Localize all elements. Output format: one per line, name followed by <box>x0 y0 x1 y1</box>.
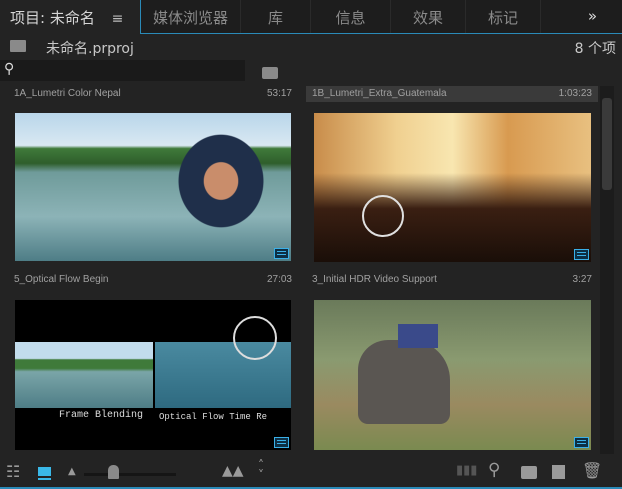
list-view-icon[interactable]: ☷ <box>6 462 20 481</box>
folder-up-icon[interactable] <box>10 40 26 52</box>
tab-info[interactable]: 信息 <box>311 0 391 33</box>
clip-card-selected[interactable]: 1B_Lumetri_Extra_Guatemala 1:03:23 <box>306 86 598 102</box>
clip-type-icon <box>574 437 589 448</box>
clip-thumbnail[interactable] <box>15 113 291 261</box>
clip-name: 3_Initial HDR Video Support <box>312 274 437 285</box>
clip-duration: 3:27 <box>572 274 592 285</box>
new-search-bin-icon[interactable] <box>262 67 278 79</box>
clip-duration: 1:03:23 <box>558 88 592 99</box>
search-input[interactable]: ⚲ <box>0 60 245 81</box>
clip-thumbnail[interactable]: Frame Blending Optical Flow Time Re <box>15 300 291 450</box>
overlay-text: Frame Blending <box>59 410 144 421</box>
clip-name: 5_Optical Flow Begin <box>14 274 109 285</box>
large-mountain-icon: ▲▲ <box>222 463 244 479</box>
clip-card[interactable]: 1A_Lumetri Color Nepal 53:17 <box>8 86 298 261</box>
hamburger-icon[interactable]: ≡ <box>112 11 124 27</box>
clip-card[interactable]: 3_Initial HDR Video Support 3:27 <box>306 272 598 288</box>
new-bin-icon[interactable] <box>521 466 537 479</box>
tab-effects[interactable]: 效果 <box>391 0 466 33</box>
tab-group: 媒体浏览器 库 信息 效果 标记 » <box>140 0 622 34</box>
find-icon[interactable]: ⚲ <box>488 460 500 480</box>
search-icon: ⚲ <box>4 61 15 77</box>
clip-type-icon <box>274 248 289 259</box>
trash-icon[interactable]: 🗑 <box>582 461 602 480</box>
icon-view-icon[interactable] <box>38 467 51 478</box>
clip-type-icon <box>574 249 589 260</box>
automate-to-sequence-icon[interactable]: ▮▮▮ <box>456 463 477 478</box>
tab-libraries[interactable]: 库 <box>241 0 311 33</box>
clip-thumbnail[interactable] <box>314 300 591 450</box>
new-item-icon[interactable] <box>552 465 565 479</box>
clip-thumbnail[interactable] <box>314 113 591 262</box>
project-path-row: 未命名.prproj 8 个项 <box>0 38 622 58</box>
bottom-toolbar: ☷ ▲ ▲▲ ˄ ˅ ▮▮▮ ⚲ 🗑 <box>0 458 622 489</box>
item-count: 8 个项 <box>574 41 616 57</box>
tab-project[interactable]: 项目: 未命名 ≡ <box>0 0 140 34</box>
clip-type-icon <box>274 437 289 448</box>
tab-project-label: 项目: 未命名 <box>10 9 95 27</box>
tab-media-browser[interactable]: 媒体浏览器 <box>141 0 241 33</box>
clip-duration: 27:03 <box>266 274 292 285</box>
small-mountain-icon: ▲ <box>68 466 76 477</box>
clip-name: 1B_Lumetri_Extra_Guatemala <box>312 88 447 99</box>
clip-card[interactable]: 5_Optical Flow Begin 27:03 <box>8 272 298 288</box>
scrollbar-thumb[interactable] <box>602 98 612 190</box>
tab-markers[interactable]: 标记 <box>466 0 541 33</box>
double-chevron-right-icon[interactable]: » <box>541 0 601 33</box>
clip-duration: 53:17 <box>266 88 292 99</box>
zoom-slider[interactable] <box>84 473 176 476</box>
clip-name: 1A_Lumetri Color Nepal <box>14 88 121 99</box>
zoom-slider-handle[interactable] <box>108 465 119 479</box>
project-file-name: 未命名.prproj <box>46 41 134 57</box>
sort-icon[interactable]: ˄ ˅ <box>258 459 264 481</box>
overlay-text: Optical Flow Time Re <box>159 412 268 422</box>
